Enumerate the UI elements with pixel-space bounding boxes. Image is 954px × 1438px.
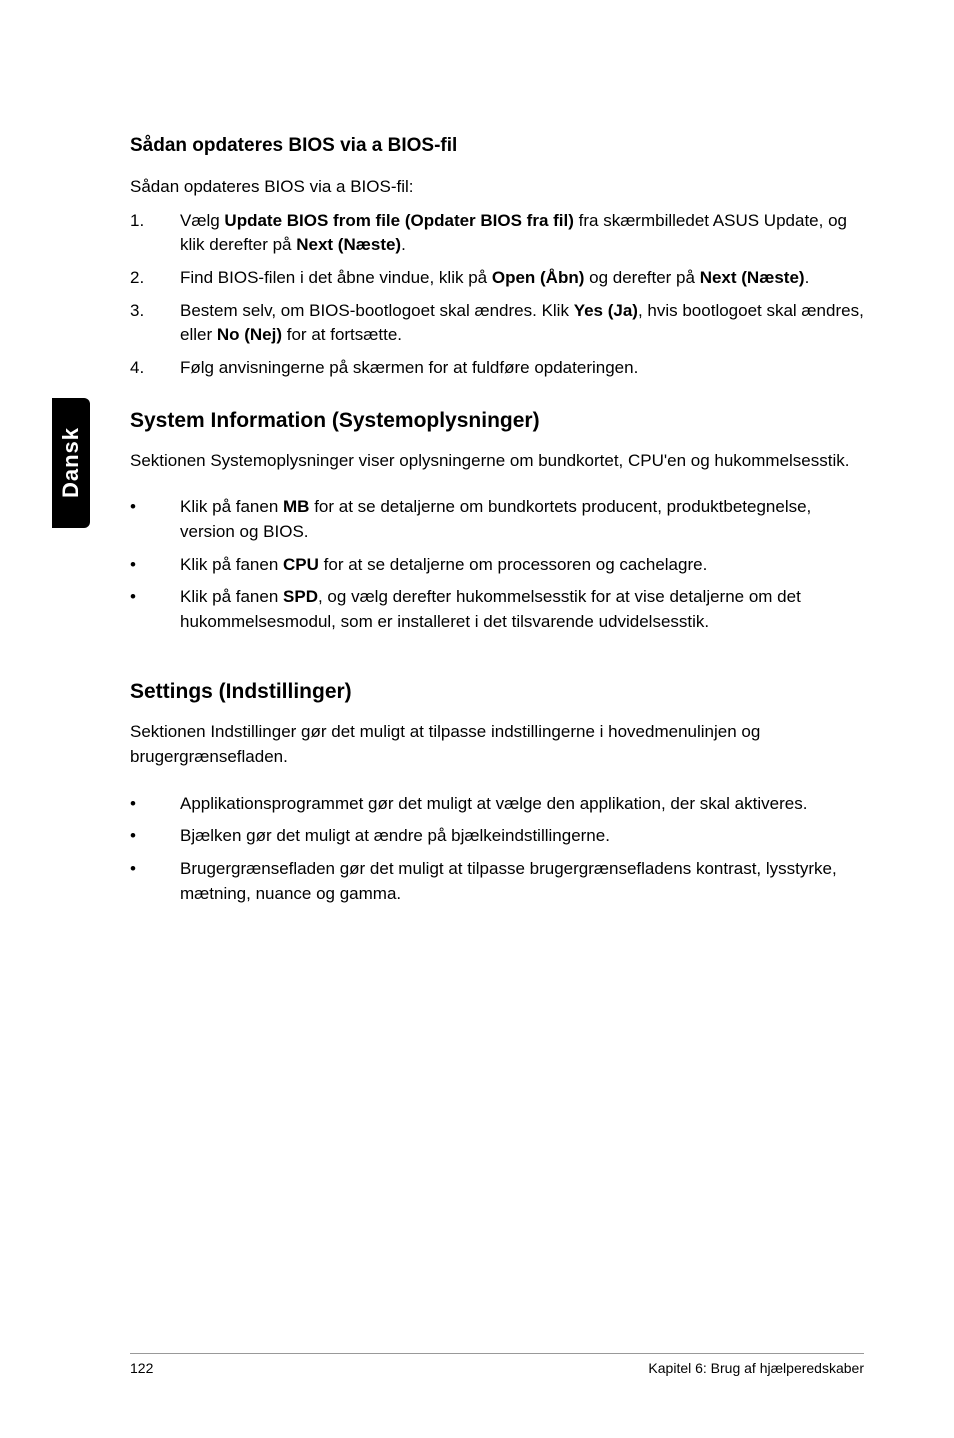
page-content: Sådan opdateres BIOS via a BIOS-fil Såda… xyxy=(130,135,870,952)
text: . xyxy=(805,268,810,287)
language-tab-label: Dansk xyxy=(58,427,84,498)
bold: No (Nej) xyxy=(217,325,282,344)
text: for at fortsætte. xyxy=(282,325,402,344)
settings-list: • Applikationsprogrammet gør det muligt … xyxy=(130,792,870,907)
list-item: • Klik på fanen SPD, og vælg derefter hu… xyxy=(130,585,870,634)
list-item: • Klik på fanen CPU for at se detaljerne… xyxy=(130,553,870,578)
page-number: 122 xyxy=(130,1360,153,1376)
text: Brugergrænsefladen gør det muligt at til… xyxy=(180,859,837,903)
list-item: • Bjælken gør det muligt at ændre på bjæ… xyxy=(130,824,870,849)
text: for at se detaljerne om processoren og c… xyxy=(319,555,707,574)
bold: CPU xyxy=(283,555,319,574)
step-4: 4. Følg anvisningerne på skærmen for at … xyxy=(130,356,870,381)
bold: Next (Næste) xyxy=(700,268,805,287)
text: og derefter på xyxy=(584,268,699,287)
page-footer: 122 Kapitel 6: Brug af hjælperedskaber xyxy=(130,1353,864,1376)
step-number: 4. xyxy=(130,356,144,381)
text: Bestem selv, om BIOS-bootlogoet skal ænd… xyxy=(180,301,574,320)
step-number: 3. xyxy=(130,299,144,324)
section-heading-settings: Settings (Indstillinger) xyxy=(130,680,870,704)
step-1: 1. Vælg Update BIOS from file (Opdater B… xyxy=(130,209,870,258)
bold: MB xyxy=(283,497,309,516)
step-number: 1. xyxy=(130,209,144,234)
text: Følg anvisningerne på skærmen for at ful… xyxy=(180,358,638,377)
text: . xyxy=(401,235,406,254)
section-heading-system-info: System Information (Systemoplysninger) xyxy=(130,409,870,433)
bios-file-intro: Sådan opdateres BIOS via a BIOS-fil: xyxy=(130,175,870,199)
text: Applikationsprogrammet gør det muligt at… xyxy=(180,794,807,813)
text: Find BIOS-filen i det åbne vindue, klik … xyxy=(180,268,492,287)
bold: Update BIOS from file (Opdater BIOS fra … xyxy=(224,211,573,230)
subsection-heading-bios-file: Sådan opdateres BIOS via a BIOS-fil xyxy=(130,135,870,157)
system-info-list: • Klik på fanen MB for at se detaljerne … xyxy=(130,495,870,634)
bullet-icon: • xyxy=(130,857,136,882)
bold: SPD xyxy=(283,587,318,606)
list-item: • Klik på fanen MB for at se detaljerne … xyxy=(130,495,870,544)
bullet-icon: • xyxy=(130,553,136,578)
language-tab: Dansk xyxy=(52,398,90,528)
step-2: 2. Find BIOS-filen i det åbne vindue, kl… xyxy=(130,266,870,291)
chapter-label: Kapitel 6: Brug af hjælperedskaber xyxy=(648,1360,864,1376)
step-3: 3. Bestem selv, om BIOS-bootlogoet skal … xyxy=(130,299,870,348)
bullet-icon: • xyxy=(130,495,136,520)
bold: Open (Åbn) xyxy=(492,268,585,287)
system-info-intro: Sektionen Systemoplysninger viser oplysn… xyxy=(130,449,870,474)
text: Klik på fanen xyxy=(180,555,283,574)
bullet-icon: • xyxy=(130,824,136,849)
text: Bjælken gør det muligt at ændre på bjælk… xyxy=(180,826,610,845)
text: Vælg xyxy=(180,211,224,230)
bios-file-steps: 1. Vælg Update BIOS from file (Opdater B… xyxy=(130,209,870,381)
list-item: • Applikationsprogrammet gør det muligt … xyxy=(130,792,870,817)
bullet-icon: • xyxy=(130,585,136,610)
bold: Next (Næste) xyxy=(296,235,401,254)
bold: Yes (Ja) xyxy=(574,301,638,320)
text: Klik på fanen xyxy=(180,587,283,606)
text: Klik på fanen xyxy=(180,497,283,516)
list-item: • Brugergrænsefladen gør det muligt at t… xyxy=(130,857,870,906)
bullet-icon: • xyxy=(130,792,136,817)
step-number: 2. xyxy=(130,266,144,291)
settings-intro: Sektionen Indstillinger gør det muligt a… xyxy=(130,720,870,769)
